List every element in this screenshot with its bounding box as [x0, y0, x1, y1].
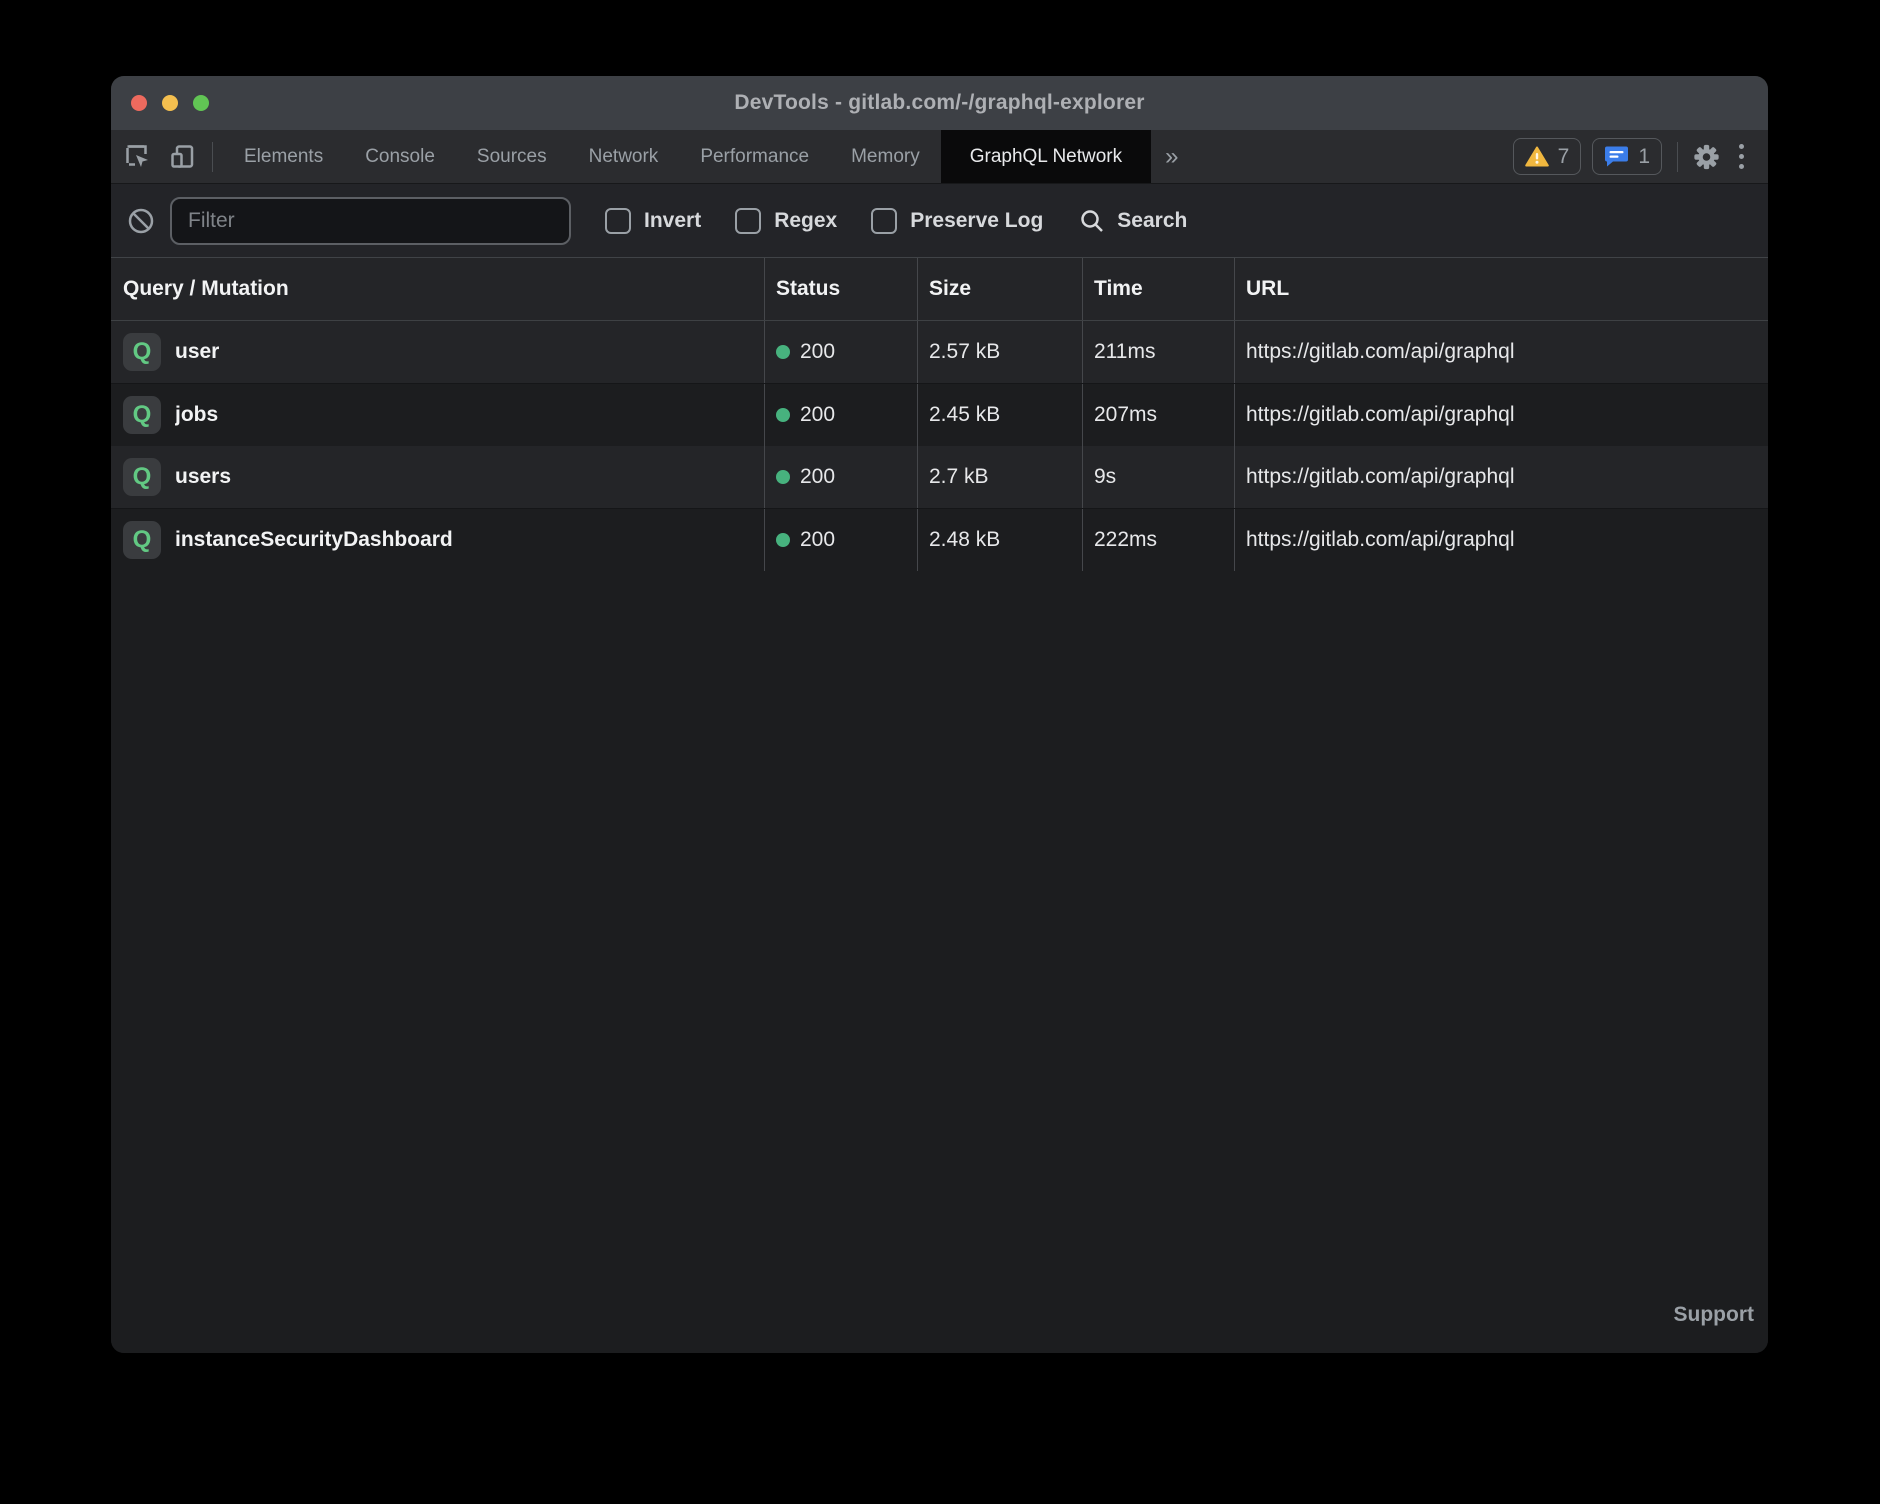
status-code: 200	[800, 528, 835, 552]
request-url: https://gitlab.com/api/graphql	[1234, 509, 1768, 571]
table-header: Query / Mutation Status Size Time URL	[111, 258, 1768, 321]
clear-block-icon[interactable]	[127, 207, 154, 234]
title-bar: DevTools - gitlab.com/-/graphql-explorer	[111, 76, 1768, 130]
invert-label: Invert	[644, 209, 701, 233]
message-icon	[1604, 145, 1629, 168]
status-code: 200	[800, 465, 835, 489]
response-size: 2.48 kB	[917, 509, 1082, 571]
response-size: 2.7 kB	[917, 446, 1082, 508]
status-code: 200	[800, 340, 835, 364]
preserve-log-label: Preserve Log	[910, 209, 1043, 233]
controls-divider	[1677, 142, 1678, 172]
query-name: instanceSecurityDashboard	[175, 528, 453, 552]
settings-gear-icon[interactable]	[1693, 143, 1720, 170]
devtools-window: DevTools - gitlab.com/-/graphql-explorer…	[111, 76, 1768, 1353]
panel-footer: Support	[111, 1289, 1768, 1353]
table-row[interactable]: Q instanceSecurityDashboard 200 2.48 kB …	[111, 508, 1768, 571]
more-tabs-button[interactable]: »	[1151, 130, 1192, 183]
table-row[interactable]: Q jobs 200 2.45 kB 207ms https://gitlab.…	[111, 383, 1768, 446]
response-time: 222ms	[1082, 509, 1234, 571]
chevron-double-icon: »	[1165, 143, 1178, 171]
query-name: jobs	[175, 403, 218, 427]
filter-bar: Invert Regex Preserve Log Search	[111, 184, 1768, 258]
response-size: 2.57 kB	[917, 321, 1082, 383]
window-title: DevTools - gitlab.com/-/graphql-explorer	[734, 91, 1144, 115]
response-time: 211ms	[1082, 321, 1234, 383]
regex-label: Regex	[774, 209, 837, 233]
regex-checkbox[interactable]: Regex	[735, 208, 837, 234]
preserve-log-checkbox[interactable]: Preserve Log	[871, 208, 1043, 234]
table-row[interactable]: Q user 200 2.57 kB 211ms https://gitlab.…	[111, 321, 1768, 383]
fullscreen-button[interactable]	[193, 95, 209, 111]
warning-icon	[1525, 146, 1549, 167]
request-url: https://gitlab.com/api/graphql	[1234, 384, 1768, 446]
tab-sources[interactable]: Sources	[456, 130, 568, 183]
tab-performance[interactable]: Performance	[679, 130, 830, 183]
status-ok-dot-icon	[776, 345, 790, 359]
support-link[interactable]: Support	[1674, 1303, 1754, 1327]
column-header-query-mutation: Query / Mutation	[111, 258, 764, 320]
status-ok-dot-icon	[776, 408, 790, 422]
message-count: 1	[1638, 145, 1650, 169]
status-code: 200	[800, 403, 835, 427]
filter-input[interactable]	[170, 197, 571, 245]
query-type-badge: Q	[123, 521, 161, 559]
query-type-badge: Q	[123, 333, 161, 371]
column-header-status: Status	[764, 258, 917, 320]
response-time: 207ms	[1082, 384, 1234, 446]
column-header-time: Time	[1082, 258, 1234, 320]
query-type-badge: Q	[123, 396, 161, 434]
response-time: 9s	[1082, 446, 1234, 508]
checkbox-icon	[605, 208, 631, 234]
tab-console[interactable]: Console	[344, 130, 456, 183]
device-toolbar-icon[interactable]	[169, 143, 196, 170]
devtools-toolbar: Elements Console Sources Network Perform…	[111, 130, 1768, 184]
search-label: Search	[1117, 209, 1187, 233]
inspect-element-icon[interactable]	[124, 143, 151, 170]
status-ok-dot-icon	[776, 533, 790, 547]
close-button[interactable]	[131, 95, 147, 111]
table-row[interactable]: Q users 200 2.7 kB 9s https://gitlab.com…	[111, 446, 1768, 508]
tab-graphql-network[interactable]: GraphQL Network	[941, 130, 1151, 183]
warnings-badge[interactable]: 7	[1513, 138, 1582, 175]
query-type-badge: Q	[123, 458, 161, 496]
request-url: https://gitlab.com/api/graphql	[1234, 446, 1768, 508]
response-size: 2.45 kB	[917, 384, 1082, 446]
tab-elements[interactable]: Elements	[223, 130, 344, 183]
tab-network[interactable]: Network	[568, 130, 680, 183]
search-button[interactable]: Search	[1079, 208, 1187, 234]
query-name: users	[175, 465, 231, 489]
invert-checkbox[interactable]: Invert	[605, 208, 701, 234]
checkbox-icon	[735, 208, 761, 234]
column-header-size: Size	[917, 258, 1082, 320]
minimize-button[interactable]	[162, 95, 178, 111]
traffic-lights	[131, 76, 209, 130]
more-options-kebab-icon[interactable]	[1731, 144, 1752, 169]
request-url: https://gitlab.com/api/graphql	[1234, 321, 1768, 383]
toolbar-divider	[212, 142, 213, 172]
status-ok-dot-icon	[776, 470, 790, 484]
warning-count: 7	[1558, 145, 1570, 169]
panel-tabs: Elements Console Sources Network Perform…	[223, 130, 1193, 183]
query-name: user	[175, 340, 219, 364]
tab-memory[interactable]: Memory	[830, 130, 941, 183]
panel-empty-area	[111, 571, 1768, 1289]
search-icon	[1079, 208, 1105, 234]
messages-badge[interactable]: 1	[1592, 138, 1662, 175]
checkbox-icon	[871, 208, 897, 234]
column-header-url: URL	[1234, 258, 1768, 320]
